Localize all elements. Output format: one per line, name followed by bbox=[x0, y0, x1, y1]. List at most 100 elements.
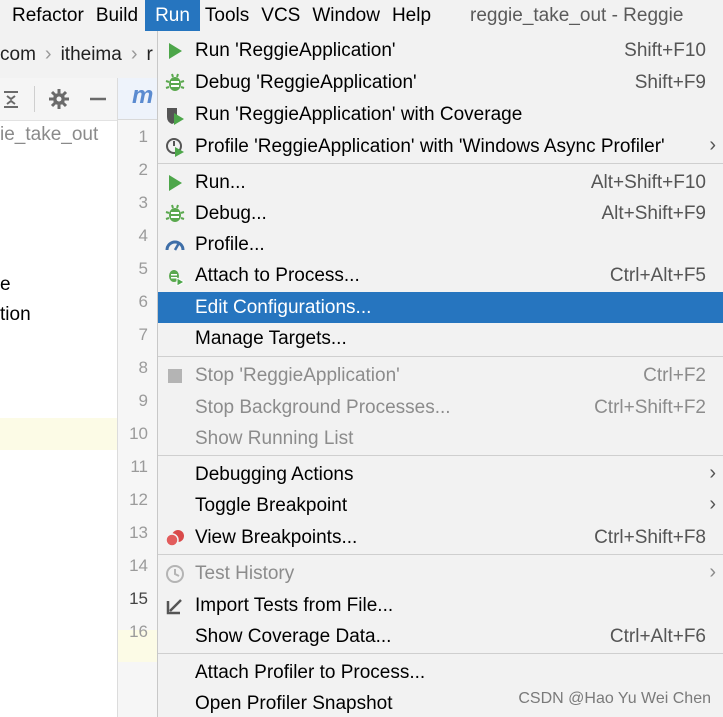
menu-item-edit-configurations[interactable]: Edit Configurations... bbox=[158, 292, 723, 323]
menu-separator bbox=[158, 455, 723, 456]
menu-item-test-history[interactable]: Test History › bbox=[158, 558, 723, 589]
history-clock-icon bbox=[165, 564, 185, 584]
line-number: 7 bbox=[138, 325, 148, 344]
menu-tools[interactable]: Tools bbox=[200, 0, 256, 31]
run-icon bbox=[165, 41, 185, 61]
menu-item-toggle-breakpoint[interactable]: Toggle Breakpoint › bbox=[158, 490, 723, 521]
menu-item-label: Test History bbox=[195, 563, 295, 584]
menu-item-label: Edit Configurations... bbox=[195, 297, 372, 318]
line-number: 3 bbox=[138, 193, 148, 212]
menu-help[interactable]: Help bbox=[387, 0, 438, 31]
menu-item-label: Attach Profiler to Process... bbox=[195, 662, 426, 683]
menu-item-label: Attach to Process... bbox=[195, 265, 360, 286]
menu-separator bbox=[158, 163, 723, 164]
menu-build[interactable]: Build bbox=[91, 0, 145, 31]
menu-vcs[interactable]: VCS bbox=[256, 0, 307, 31]
menu-item-shortcut: Ctrl+Shift+F8 bbox=[594, 527, 706, 548]
minimize-icon[interactable] bbox=[88, 88, 108, 114]
project-toolbar bbox=[0, 78, 117, 121]
menu-item-attach-to-process[interactable]: Attach to Process... Ctrl+Alt+F5 bbox=[158, 260, 723, 291]
import-arrow-icon bbox=[165, 596, 185, 616]
profile-run-icon bbox=[165, 137, 185, 157]
line-number: 5 bbox=[138, 259, 148, 278]
line-number: 10 bbox=[129, 424, 148, 443]
menu-item-label: Run 'ReggieApplication' with Coverage bbox=[195, 104, 523, 125]
menu-separator bbox=[158, 356, 723, 357]
menu-item-stop-background[interactable]: Stop Background Processes... Ctrl+Shift+… bbox=[158, 392, 723, 423]
menu-item-run-reggie[interactable]: Run 'ReggieApplication' Shift+F10 bbox=[158, 35, 723, 66]
menu-item-manage-targets[interactable]: Manage Targets... bbox=[158, 323, 723, 354]
menu-item-label: Debug... bbox=[195, 203, 267, 224]
menu-item-label: Profile... bbox=[195, 234, 265, 255]
stop-icon bbox=[165, 366, 185, 386]
breadcrumb-item[interactable]: itheima bbox=[61, 44, 122, 66]
menu-item-stop-reggie[interactable]: Stop 'ReggieApplication' Ctrl+F2 bbox=[158, 360, 723, 391]
menu-item-shortcut: Shift+F9 bbox=[634, 72, 706, 93]
menu-item-show-coverage-data[interactable]: Show Coverage Data... Ctrl+Alt+F6 bbox=[158, 621, 723, 652]
chevron-right-icon: › bbox=[709, 134, 716, 156]
breakpoints-icon bbox=[165, 528, 185, 548]
menu-bar: Refactor Build Run Tools VCS Window Help… bbox=[0, 0, 723, 31]
project-panel: ie_take_out e tion bbox=[0, 78, 118, 717]
menu-item-label: Show Running List bbox=[195, 428, 354, 449]
coverage-icon bbox=[165, 105, 185, 125]
menu-item-label: Debugging Actions bbox=[195, 464, 354, 485]
line-number: 4 bbox=[138, 226, 148, 245]
window-title: reggie_take_out - Reggie bbox=[470, 4, 684, 26]
menu-item-run-with-coverage[interactable]: Run 'ReggieApplication' with Coverage bbox=[158, 99, 723, 130]
menu-window[interactable]: Window bbox=[307, 0, 387, 31]
breadcrumb-item[interactable]: r bbox=[147, 44, 153, 66]
debug-icon bbox=[165, 204, 185, 224]
menu-item-profile[interactable]: Profile... bbox=[158, 229, 723, 260]
line-gutter: 1 2 3 4 5 6 7 8 9 10 11 12 13 14 15 16 bbox=[118, 120, 157, 717]
menu-item-run[interactable]: Run... Alt+Shift+F10 bbox=[158, 167, 723, 198]
breadcrumb-item[interactable]: com bbox=[0, 44, 36, 66]
line-number: 8 bbox=[138, 358, 148, 377]
menu-item-label: Profile 'ReggieApplication' with 'Window… bbox=[195, 136, 665, 157]
line-number: 14 bbox=[129, 556, 148, 575]
chevron-right-icon: › bbox=[44, 43, 52, 65]
tree-item[interactable]: tion bbox=[0, 304, 31, 326]
menu-item-shortcut: Alt+Shift+F9 bbox=[601, 203, 706, 224]
line-number: 13 bbox=[129, 523, 148, 542]
menu-item-label: Manage Targets... bbox=[195, 328, 347, 349]
menu-item-shortcut: Alt+Shift+F10 bbox=[590, 172, 706, 193]
menu-item-debugging-actions[interactable]: Debugging Actions › bbox=[158, 459, 723, 490]
menu-item-shortcut: Ctrl+Shift+F2 bbox=[594, 397, 706, 418]
line-number: 15 bbox=[129, 589, 148, 608]
menu-refactor[interactable]: Refactor bbox=[0, 0, 91, 31]
line-number: 11 bbox=[130, 457, 148, 476]
collapse-all-icon[interactable] bbox=[2, 88, 20, 114]
toolbar-divider bbox=[34, 86, 35, 112]
attach-debug-icon bbox=[165, 266, 186, 287]
debug-icon bbox=[165, 73, 185, 93]
chevron-right-icon: › bbox=[709, 462, 716, 484]
menu-item-profile-reggie[interactable]: Profile 'ReggieApplication' with 'Window… bbox=[158, 131, 723, 162]
menu-item-label: Debug 'ReggieApplication' bbox=[195, 72, 417, 93]
line-number: 6 bbox=[138, 292, 148, 311]
menu-item-label: Open Profiler Snapshot bbox=[195, 693, 393, 714]
gear-icon[interactable] bbox=[48, 88, 70, 116]
menu-item-label: Stop 'ReggieApplication' bbox=[195, 365, 400, 386]
profiler-gauge-icon bbox=[165, 235, 185, 255]
menu-run[interactable]: Run bbox=[145, 0, 200, 31]
menu-item-debug[interactable]: Debug... Alt+Shift+F9 bbox=[158, 198, 723, 229]
chevron-right-icon: › bbox=[709, 561, 716, 583]
menu-item-label: Show Coverage Data... bbox=[195, 626, 392, 647]
line-number: 1 bbox=[138, 127, 148, 146]
menu-item-import-tests[interactable]: Import Tests from File... bbox=[158, 590, 723, 621]
menu-item-debug-reggie[interactable]: Debug 'ReggieApplication' Shift+F9 bbox=[158, 67, 723, 98]
run-icon bbox=[165, 173, 185, 193]
menu-item-shortcut: Ctrl+Alt+F6 bbox=[609, 626, 706, 647]
tree-item[interactable]: e bbox=[0, 274, 11, 296]
editor-tab[interactable]: m bbox=[132, 82, 153, 110]
menu-item-shortcut: Shift+F10 bbox=[624, 40, 706, 61]
menu-item-label: Stop Background Processes... bbox=[195, 397, 451, 418]
tree-item[interactable]: ie_take_out bbox=[0, 124, 98, 146]
line-number: 16 bbox=[129, 622, 148, 641]
menu-item-label: Import Tests from File... bbox=[195, 595, 394, 616]
menu-item-attach-profiler[interactable]: Attach Profiler to Process... bbox=[158, 657, 723, 688]
menu-item-view-breakpoints[interactable]: View Breakpoints... Ctrl+Shift+F8 bbox=[158, 522, 723, 553]
menu-item-show-running-list[interactable]: Show Running List bbox=[158, 423, 723, 454]
menu-item-label: Run 'ReggieApplication' bbox=[195, 40, 396, 61]
